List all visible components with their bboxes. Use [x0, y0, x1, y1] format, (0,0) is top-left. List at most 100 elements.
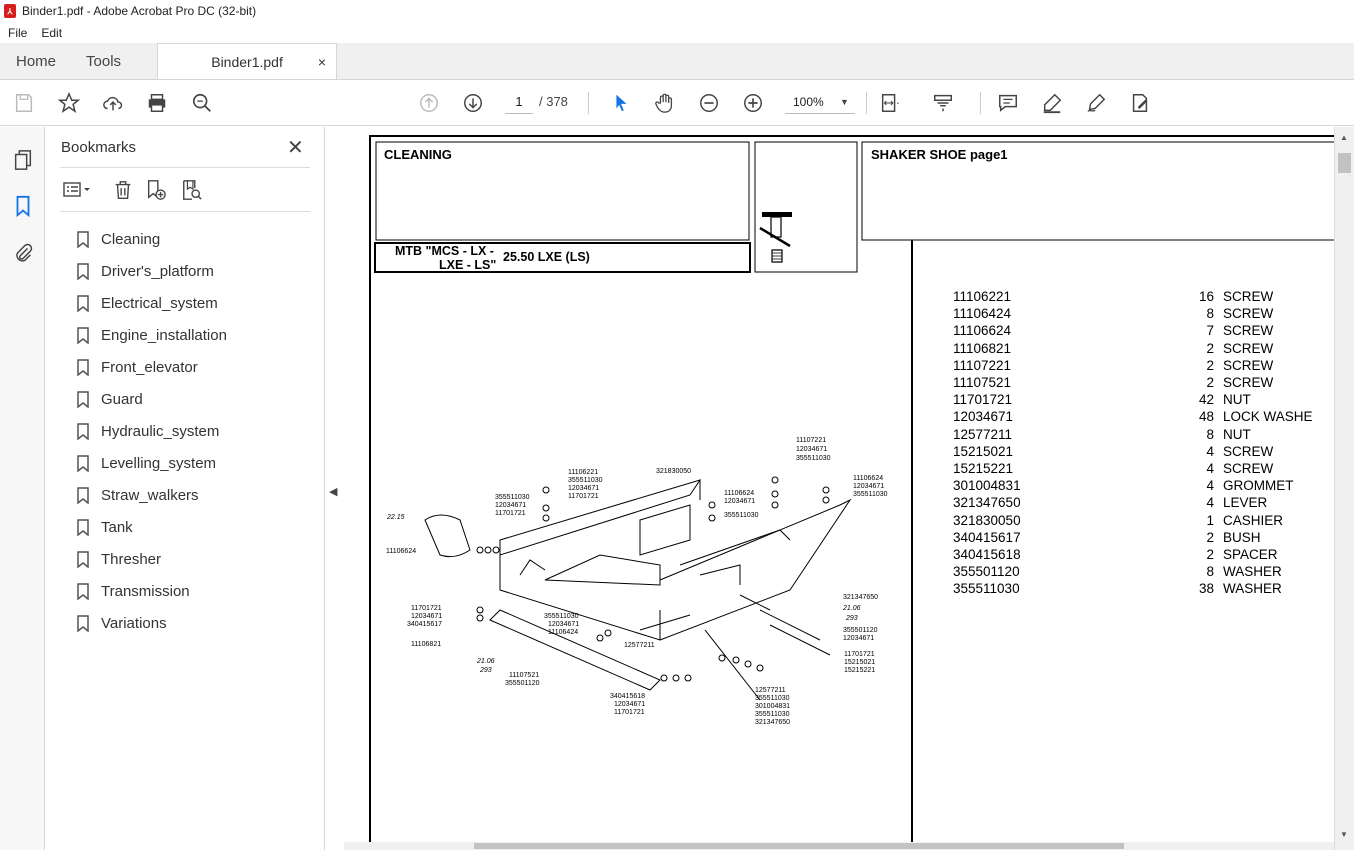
horizontal-scroll-thumb[interactable] — [474, 843, 1124, 849]
tab-home[interactable]: Home — [0, 43, 72, 79]
page-total: / 378 — [539, 94, 568, 109]
part-code: 301004831 — [953, 478, 1021, 494]
search-icon[interactable] — [190, 91, 214, 115]
page-thumbnails-icon[interactable] — [11, 148, 35, 172]
collapse-panel-icon[interactable]: ◀ — [329, 485, 337, 498]
zoom-out-icon[interactable] — [697, 91, 721, 115]
menu-edit[interactable]: Edit — [35, 26, 70, 40]
attachment-icon[interactable] — [11, 241, 35, 265]
upload-cloud-icon[interactable] — [101, 91, 125, 115]
diagram-label: 15215021 — [844, 659, 876, 666]
scroll-down-icon[interactable]: ▼ — [1340, 830, 1348, 839]
toolbar-divider — [980, 92, 981, 114]
bookmark-item[interactable]: Straw_walkers — [77, 479, 227, 511]
page-number-input[interactable]: 1 — [505, 90, 533, 114]
bookmark-item[interactable]: Tank — [77, 511, 227, 543]
part-code: 340415618 — [953, 547, 1021, 562]
horizontal-scrollbar[interactable] — [344, 842, 1334, 850]
diagram-label: 355511030 — [796, 455, 831, 462]
save-icon[interactable] — [12, 91, 36, 115]
part-code: 355511030 — [953, 581, 1020, 597]
star-icon[interactable] — [57, 91, 81, 115]
part-quantity: 8 — [1206, 306, 1214, 322]
diagram-label: 11701721 — [411, 605, 442, 612]
bookmark-item[interactable]: Hydraulic_system — [77, 415, 227, 447]
bookmark-item[interactable]: Cleaning — [77, 223, 227, 255]
scrolling-mode-icon[interactable] — [931, 91, 955, 115]
comment-icon[interactable] — [996, 91, 1020, 115]
bookmark-icon — [77, 518, 89, 536]
edit-document-icon[interactable] — [1128, 91, 1152, 115]
bookmark-icon — [77, 326, 89, 344]
bookmark-item[interactable]: Thresher — [77, 543, 227, 575]
diagram-label: 11701721 — [614, 709, 645, 716]
bookmark-label: Front_elevator — [101, 358, 198, 376]
document-view[interactable]: CLEANING MTB "MCS - LX - LXE - LS" 25.50… — [344, 127, 1354, 850]
options-menu-icon[interactable] — [60, 179, 90, 201]
part-code: 11107521 — [953, 375, 1012, 390]
chevron-down-icon[interactable]: ▼ — [840, 90, 849, 114]
part-description: BUSH — [1223, 529, 1261, 545]
part-code: 12034671 — [953, 409, 1014, 425]
vertical-scrollbar[interactable]: ▲ ▼ — [1334, 127, 1354, 850]
bookmark-item[interactable]: Guard — [77, 383, 227, 415]
zoom-in-icon[interactable] — [741, 91, 765, 115]
bookmark-label: Transmission — [101, 582, 190, 600]
part-quantity: 48 — [1198, 409, 1214, 425]
diagram-label: 355511030 — [755, 711, 790, 718]
part-code: 11106221 — [953, 289, 1012, 304]
new-bookmark-icon[interactable] — [145, 179, 167, 201]
part-description: NUT — [1223, 426, 1251, 442]
tab-document[interactable]: Binder1.pdf × — [157, 43, 338, 79]
hand-tool-icon[interactable] — [653, 91, 677, 115]
diagram-label: 12034671 — [724, 498, 756, 505]
diagram-label: 355511030 — [853, 491, 888, 498]
tab-tools[interactable]: Tools — [72, 43, 137, 79]
bookmark-item[interactable]: Front_elevator — [77, 351, 227, 383]
diagram-label: 11106624 — [386, 548, 417, 555]
part-code: 11106424 — [953, 306, 1012, 322]
part-description: SCREW — [1223, 443, 1274, 459]
part-quantity: 2 — [1206, 340, 1214, 356]
highlight-pen-icon[interactable] — [1040, 91, 1064, 115]
next-page-icon[interactable] — [461, 91, 485, 115]
bookmark-item[interactable]: Electrical_system — [77, 287, 227, 319]
window-titlebar: ⅄ Binder1.pdf - Adobe Acrobat Pro DC (32… — [0, 0, 1354, 22]
delete-bookmark-icon[interactable] — [112, 179, 134, 201]
window-title: Binder1.pdf - Adobe Acrobat Pro DC (32-b… — [22, 4, 257, 18]
menu-file[interactable]: File — [0, 26, 35, 40]
bookmark-item[interactable]: Levelling_system — [77, 447, 227, 479]
diagram-label: 12034671 — [495, 502, 527, 509]
diagram-label: 12034671 — [796, 446, 828, 453]
bookmark-list: Cleaning Driver's_platform Electrical_sy… — [77, 223, 227, 639]
print-icon[interactable] — [145, 91, 169, 115]
diagram-label: 340415617 — [407, 621, 443, 628]
bookmark-label: Variations — [101, 614, 167, 632]
part-symbol-icon — [759, 212, 792, 263]
find-bookmark-icon[interactable] — [181, 179, 203, 201]
close-icon[interactable]: ✕ — [287, 135, 304, 160]
bookmark-icon[interactable] — [11, 194, 35, 218]
close-tab-icon[interactable]: × — [318, 54, 326, 70]
bookmark-item[interactable]: Engine_installation — [77, 319, 227, 351]
fit-page-icon[interactable] — [878, 91, 902, 115]
part-quantity: 2 — [1206, 375, 1214, 390]
part-description: SCREW — [1223, 340, 1274, 356]
select-cursor-icon[interactable] — [609, 91, 633, 115]
scroll-up-icon[interactable]: ▲ — [1340, 133, 1348, 142]
bookmark-item[interactable]: Transmission — [77, 575, 227, 607]
diagram-label: 11701721 — [495, 510, 526, 517]
bookmark-label: Driver's_platform — [101, 262, 214, 280]
draw-sign-icon[interactable] — [1084, 91, 1108, 115]
vertical-scroll-thumb[interactable] — [1338, 153, 1351, 173]
diagram-label: 11107521 — [509, 672, 540, 679]
previous-page-icon[interactable] — [417, 91, 441, 115]
model-line-1: MTB "MCS - LX - — [395, 244, 494, 258]
bookmark-item[interactable]: Driver's_platform — [77, 255, 227, 287]
part-code: 15215021 — [953, 443, 1014, 459]
bookmark-icon — [77, 422, 89, 440]
part-quantity: 8 — [1206, 564, 1214, 580]
part-code: 15215221 — [953, 461, 1014, 476]
part-description: SCREW — [1223, 289, 1274, 304]
bookmark-item[interactable]: Variations — [77, 607, 227, 639]
